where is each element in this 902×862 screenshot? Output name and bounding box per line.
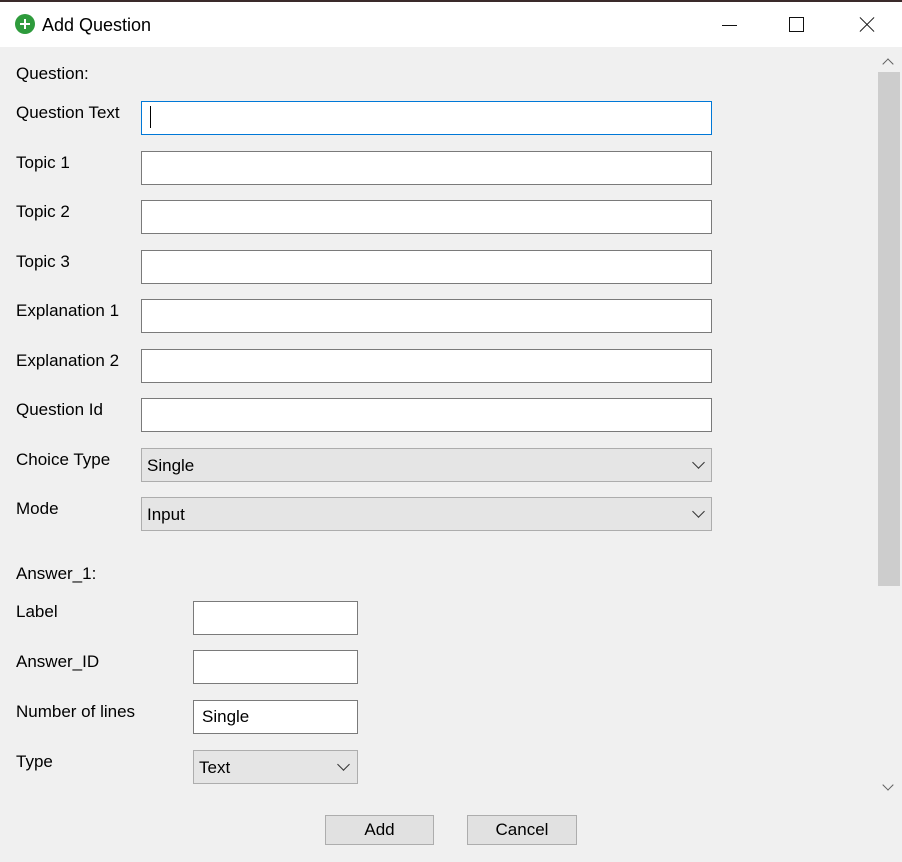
close-button[interactable]: [836, 4, 896, 46]
maximize-button[interactable]: [766, 4, 826, 46]
add-button[interactable]: Add: [325, 815, 434, 845]
mode-label: Mode: [16, 499, 59, 518]
answer-id-input[interactable]: [193, 650, 358, 684]
vertical-scrollbar[interactable]: [876, 47, 902, 799]
explanation1-input[interactable]: [141, 299, 712, 333]
title-bar: Add Question: [0, 2, 902, 47]
explanation1-label: Explanation 1: [16, 301, 120, 320]
window-title: Add Question: [42, 15, 152, 35]
topic2-label: Topic 2: [16, 202, 70, 221]
answer-id-label: Answer_ID: [16, 652, 100, 671]
mode-value: Input: [147, 505, 185, 524]
number-of-lines-input[interactable]: [193, 700, 358, 734]
topic1-input[interactable]: [141, 151, 712, 185]
explanation2-input[interactable]: [141, 349, 712, 383]
question-text-input[interactable]: [141, 101, 712, 135]
topic3-input[interactable]: [141, 250, 712, 284]
scrollbar-thumb[interactable]: [878, 72, 900, 586]
cancel-button[interactable]: Cancel: [467, 815, 577, 845]
topic1-label: Topic 1: [16, 153, 70, 172]
question-id-input[interactable]: [141, 398, 712, 432]
choice-type-label: Choice Type: [16, 450, 111, 469]
add-circle-icon: [15, 14, 35, 34]
scroll-down-arrow-icon[interactable]: [882, 779, 894, 791]
answer-label-label: Label: [16, 602, 58, 621]
answer-section-label: Answer_1:: [16, 564, 97, 583]
chevron-down-icon: [692, 505, 705, 518]
chevron-down-icon: [692, 456, 705, 469]
question-text-label: Question Text: [16, 103, 120, 122]
question-section-label: Question:: [16, 64, 89, 83]
topic3-label: Topic 3: [16, 252, 70, 271]
number-of-lines-label: Number of lines: [16, 702, 136, 721]
scroll-up-arrow-icon[interactable]: [882, 58, 894, 70]
chevron-down-icon: [337, 758, 350, 771]
choice-type-select[interactable]: Single: [141, 448, 712, 482]
question-id-label: Question Id: [16, 400, 103, 419]
minimize-button[interactable]: [700, 4, 760, 46]
text-caret: [150, 106, 151, 128]
answer-type-value: Text: [199, 758, 231, 777]
explanation2-label: Explanation 2: [16, 351, 120, 370]
answer-label-input[interactable]: [193, 601, 358, 635]
choice-type-value: Single: [147, 456, 195, 475]
answer-type-select[interactable]: Text: [193, 750, 358, 784]
answer-type-label: Type: [16, 752, 53, 771]
mode-select[interactable]: Input: [141, 497, 712, 531]
topic2-input[interactable]: [141, 200, 712, 234]
